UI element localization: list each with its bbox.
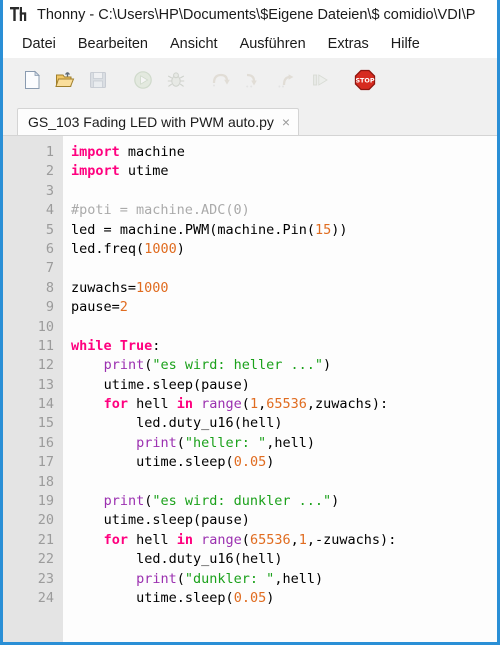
menu-bar: Datei Bearbeiten Ansicht Ausführen Extra…	[3, 31, 497, 58]
gutter-spacer	[63, 136, 71, 642]
code-text-area[interactable]: import machine import utime #poti = machi…	[71, 136, 497, 642]
line-number: 15	[37, 415, 54, 432]
code-line: utime.sleep(pause)	[103, 376, 250, 393]
line-number: 12	[37, 357, 54, 374]
close-icon[interactable]: ×	[282, 115, 290, 129]
line-number: 2	[45, 163, 54, 180]
line-number: 3	[45, 182, 54, 199]
code-line: utime.sleep(0.05)	[136, 454, 275, 471]
step-out-icon[interactable]	[272, 65, 302, 95]
thonny-logo-icon	[9, 5, 29, 25]
code-line: led.duty_u16(hell)	[136, 551, 283, 568]
line-number: 8	[45, 279, 54, 296]
line-number: 23	[37, 570, 54, 587]
line-number: 5	[45, 221, 54, 238]
code-editor[interactable]: 1 2 3 4 5 6 7 8 9 10 11 12 13 14 15 16 17 18 19 20 21 22 23 24 …	[3, 135, 497, 642]
menu-hilfe[interactable]: Hilfe	[380, 33, 431, 56]
editor-tab-strip: GS_103 Fading LED with PWM auto.py ×	[3, 103, 497, 135]
line-number: 20	[37, 512, 54, 529]
code-line: for hell in range(65536,1,-zuwachs):	[103, 531, 397, 548]
tab-gs103-fading-led[interactable]: GS_103 Fading LED with PWM auto.py ×	[17, 108, 300, 135]
line-number: 21	[37, 531, 54, 548]
svg-text:STOP: STOP	[355, 77, 374, 85]
code-line: led.duty_u16(hell)	[136, 415, 283, 432]
code-line: zuwachs=1000	[71, 279, 169, 296]
open-file-icon[interactable]	[50, 65, 80, 95]
line-number: 17	[37, 454, 54, 471]
line-number: 1	[45, 144, 54, 160]
menu-ansicht[interactable]: Ansicht	[159, 33, 229, 56]
toolbar: STOP	[3, 58, 497, 103]
menu-ausfuehren[interactable]: Ausführen	[229, 33, 317, 56]
menu-datei[interactable]: Datei	[11, 33, 67, 56]
code-line: while True:	[71, 337, 161, 354]
save-file-icon[interactable]	[83, 65, 113, 95]
line-number-gutter: 1 2 3 4 5 6 7 8 9 10 11 12 13 14 15 16 17 18 19 20 21 22 23 24	[3, 136, 63, 642]
line-number: 16	[37, 434, 54, 451]
code-line: utime.sleep(pause)	[103, 512, 250, 529]
tab-label: GS_103 Fading LED with PWM auto.py	[28, 114, 274, 130]
run-icon[interactable]	[128, 65, 158, 95]
line-number: 4	[45, 202, 54, 219]
line-number: 24	[37, 589, 54, 606]
thonny-window: Thonny - C:\Users\HP\Documents\$Eigene D…	[0, 0, 500, 645]
line-number: 6	[45, 240, 54, 257]
code-line: print("dunkler: ",hell)	[136, 570, 324, 587]
code-line: #poti = machine.ADC(0)	[71, 202, 250, 219]
line-number: 22	[37, 551, 54, 568]
debug-icon[interactable]	[161, 65, 191, 95]
step-into-icon[interactable]	[239, 65, 269, 95]
code-line: led.freq(1000)	[71, 240, 185, 257]
line-number: 18	[37, 473, 54, 490]
line-number: 19	[37, 493, 54, 510]
line-number: 13	[37, 376, 54, 393]
line-number: 14	[37, 396, 54, 413]
new-file-icon[interactable]	[17, 65, 47, 95]
window-title: Thonny - C:\Users\HP\Documents\$Eigene D…	[37, 7, 476, 23]
line-number: 11	[37, 337, 54, 354]
menu-extras[interactable]: Extras	[317, 33, 380, 56]
step-over-icon[interactable]	[206, 65, 236, 95]
stop-icon[interactable]: STOP	[350, 65, 380, 95]
code-line: print("heller: ",hell)	[136, 434, 315, 451]
code-line: print("es wird: dunkler ...")	[103, 493, 340, 510]
line-number: 7	[45, 260, 54, 277]
code-line: import utime	[71, 163, 169, 180]
code-line: led = machine.PWM(machine.Pin(15))	[71, 221, 348, 238]
code-line: pause=2	[71, 299, 128, 316]
resume-icon[interactable]	[305, 65, 335, 95]
line-number: 10	[37, 318, 54, 335]
line-number: 9	[45, 299, 54, 316]
code-line: print("es wird: heller ...")	[103, 357, 332, 374]
code-line: import machine	[71, 144, 185, 160]
code-line: for hell in range(1,65536,zuwachs):	[103, 396, 389, 413]
title-bar: Thonny - C:\Users\HP\Documents\$Eigene D…	[3, 0, 497, 31]
code-line: utime.sleep(0.05)	[136, 589, 275, 606]
menu-bearbeiten[interactable]: Bearbeiten	[67, 33, 159, 56]
